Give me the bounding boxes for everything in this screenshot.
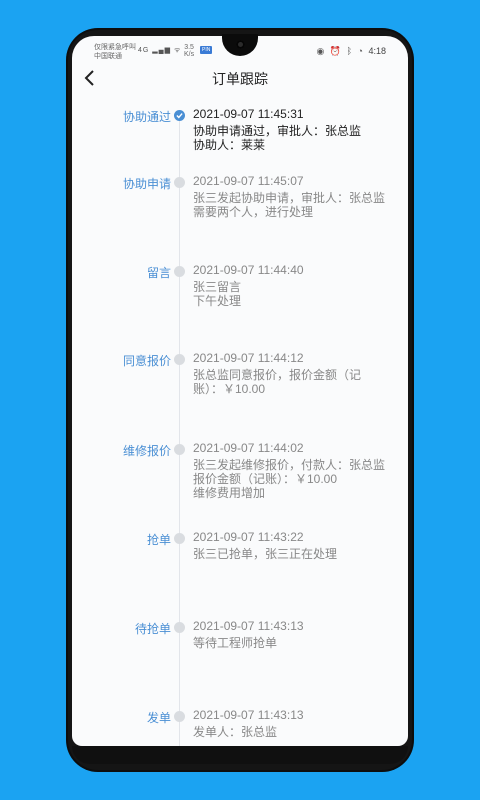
timeline-description: 等待工程师抢单 — [193, 636, 398, 650]
camera-icon — [236, 40, 245, 49]
timeline-time: 2021-09-07 11:43:13 — [193, 619, 304, 633]
timeline-description-line: 张三发起维修报价，付款人：张总监 — [193, 458, 386, 472]
timeline-description-line: 协助人：莱莱 — [193, 138, 266, 152]
carrier-info: 仅限紧急呼叫 中国联通 — [94, 43, 136, 61]
timeline-description-line: 需要两个人，进行处理 — [193, 205, 314, 219]
timeline-status-label: 协助通过 — [122, 110, 171, 124]
timeline-time: 2021-09-07 11:43:13 — [193, 708, 304, 722]
timeline-description-line: 张总监同意报价，报价金额（记 — [193, 368, 362, 382]
timeline-status-label: 待抢单 — [134, 622, 171, 636]
alarm-icon: ⏰ — [329, 46, 342, 56]
timeline-status-label: 发单 — [146, 711, 171, 725]
timeline-status-label: 留言 — [146, 266, 171, 280]
timeline-description-line: 维修费用增加 — [193, 486, 266, 500]
timeline-dot — [174, 177, 185, 188]
timeline-dot — [174, 444, 185, 455]
timeline-description-line: 张三已抢单，张三正在处理 — [193, 547, 338, 561]
timeline-time: 2021-09-07 11:44:12 — [193, 351, 304, 365]
net-speed-value: 3.5 — [184, 44, 194, 51]
signal-icon: 4G ▂▄▆ ᯤ — [138, 47, 182, 54]
bluetooth-icon: ᛒ — [346, 46, 352, 56]
timeline-line — [179, 120, 180, 746]
timeline-status-label: 抢单 — [146, 533, 171, 547]
timeline-dot — [174, 711, 185, 722]
order-timeline: 协助通过 2021-09-07 11:45:31 协助申请通过，审批人：张总监 协助人… — [72, 106, 408, 746]
timeline-description-line: 张三留言 — [193, 280, 242, 294]
timeline-time: 2021-09-07 11:44:02 — [193, 441, 304, 455]
timeline-description-line: 下午处理 — [193, 294, 242, 308]
check-icon — [174, 110, 185, 121]
timeline-description-line: 张三发起协助申请，审批人：张总监 — [193, 191, 386, 205]
timeline-description-line: 账）：￥10.00 — [193, 382, 266, 396]
net-speed: 3.5 K/s — [184, 44, 194, 58]
timeline-description-line: 协助申请通过，审批人：张总监 — [193, 124, 362, 138]
timeline-time: 2021-09-07 11:45:31 — [193, 107, 304, 121]
timeline-description: 协助申请通过，审批人：张总监 协助人：莱莱 — [193, 124, 398, 152]
page-title: 订单跟踪 — [212, 71, 268, 87]
carrier-line-1: 仅限紧急呼叫 — [94, 44, 136, 51]
timeline-status-label: 协助申请 — [122, 177, 171, 191]
bottom-bezel — [72, 746, 408, 764]
timeline-time: 2021-09-07 11:45:07 — [193, 174, 304, 188]
net-speed-unit: K/s — [184, 51, 195, 58]
timeline-description: 张三已抢单，张三正在处理 — [193, 547, 398, 561]
timeline-description-line: 报价金额（记账）：￥10.00 — [193, 472, 338, 486]
timeline-description-line: 等待工程师抢单 — [193, 636, 278, 650]
timeline-time: 2021-09-07 11:43:22 — [193, 530, 304, 544]
timeline-dot — [174, 266, 185, 277]
timeline-description: 张三发起协助申请，审批人：张总监 需要两个人，进行处理 — [193, 191, 398, 219]
timeline-description: 张总监同意报价，报价金额（记 账）：￥10.00 — [193, 368, 398, 396]
app-notification-icon: PIN — [200, 46, 213, 54]
page-header: 订单跟踪 — [72, 64, 408, 94]
status-right: ◉ ⏰ ᛒ ◔ 4:18 — [316, 46, 386, 57]
app-screen: 仅限紧急呼叫 中国联通 4G ▂▄▆ ᯤ 3.5 K/s PIN ◉ ⏰ ᛒ ◔… — [72, 36, 408, 746]
timeline-description: 发单人：张总监 — [193, 725, 398, 739]
timeline-description-line: 发单人：张总监 — [193, 725, 278, 739]
timeline-dot — [174, 622, 185, 633]
timeline-dot — [174, 354, 185, 365]
battery-icon: ◔ — [357, 46, 363, 56]
status-time: 4:18 — [368, 46, 386, 56]
timeline-status-label: 维修报价 — [122, 444, 171, 458]
timeline-description: 张三发起维修报价，付款人：张总监 报价金额（记账）：￥10.00 维修费用增加 — [193, 458, 398, 500]
network-type-label: 4G — [138, 47, 150, 54]
timeline-description: 张三留言 下午处理 — [193, 280, 398, 308]
eye-icon: ◉ — [316, 46, 325, 56]
timeline-dot — [174, 533, 185, 544]
timeline-status-label: 同意报价 — [122, 354, 171, 368]
carrier-line-2: 中国联通 — [94, 53, 122, 60]
timeline-time: 2021-09-07 11:44:40 — [193, 263, 304, 277]
